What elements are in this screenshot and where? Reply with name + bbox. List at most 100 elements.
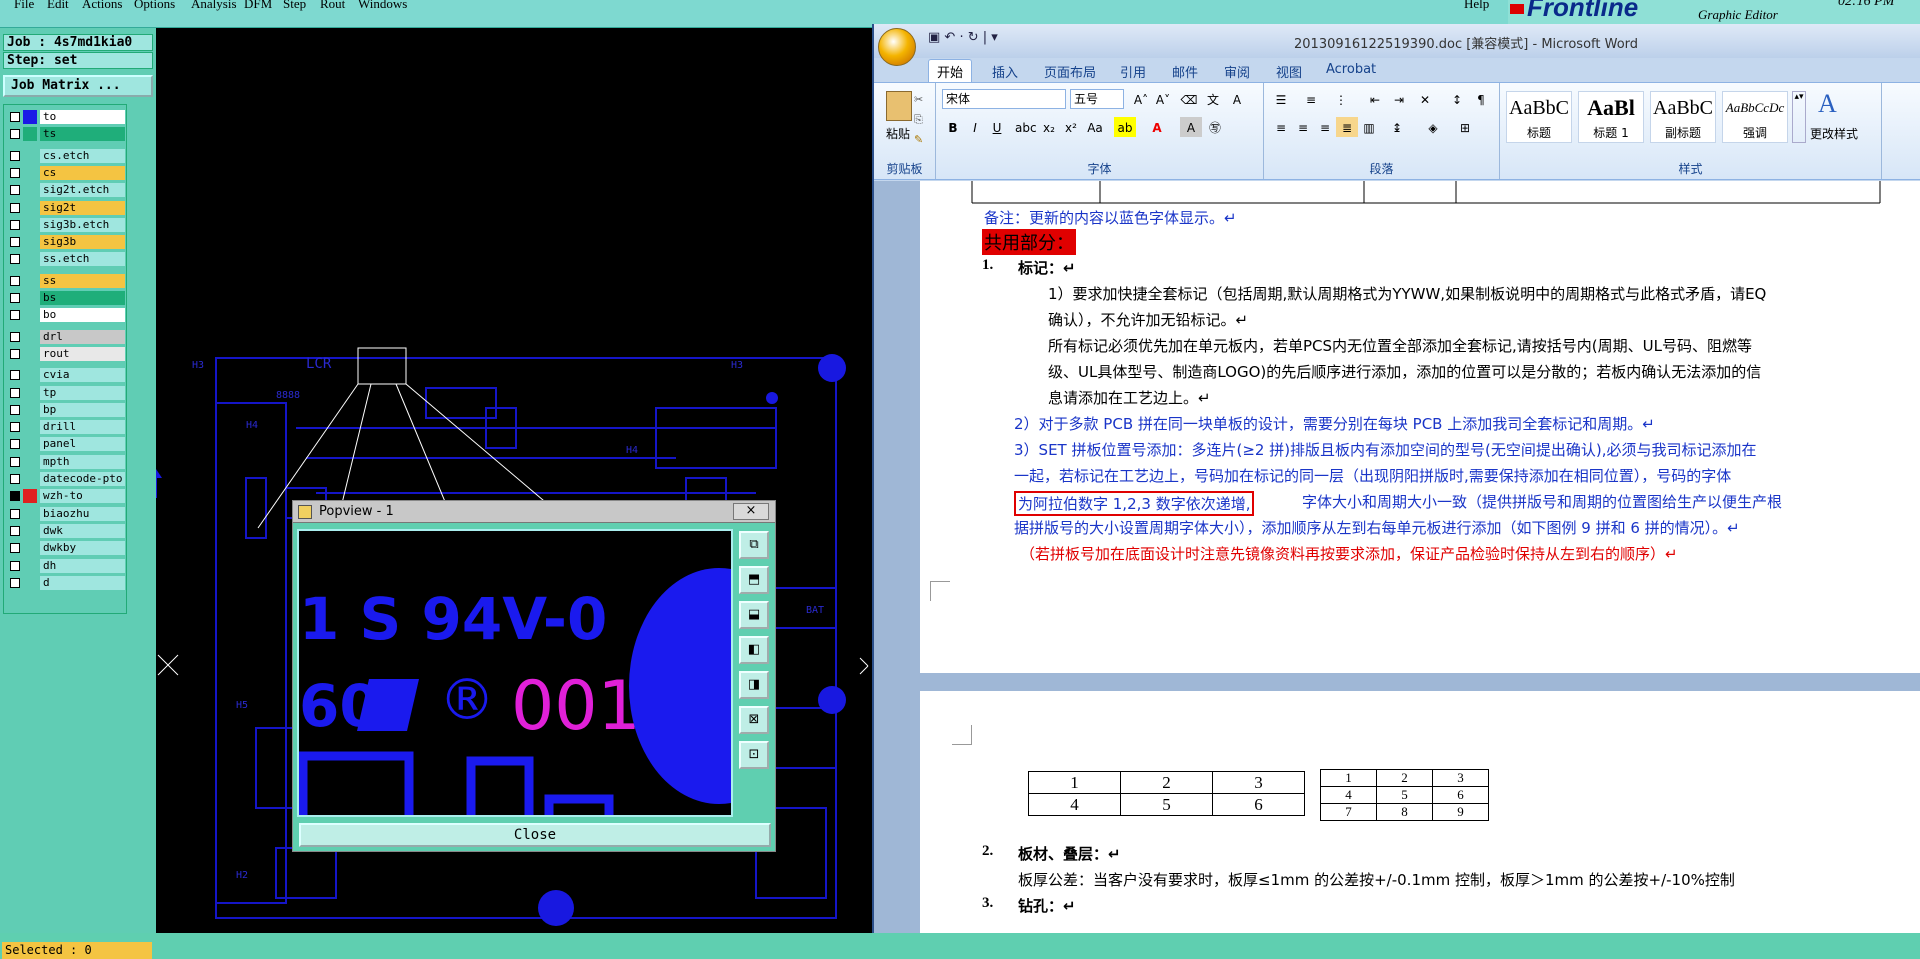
cut-icon[interactable]: ✂ bbox=[914, 93, 923, 106]
show-marks-icon[interactable]: ¶ bbox=[1470, 89, 1492, 109]
layer-row[interactable]: tp bbox=[4, 385, 128, 401]
style-subtitle[interactable]: AaBbC 副标题 bbox=[1650, 91, 1716, 143]
layer-checkbox[interactable] bbox=[10, 404, 20, 415]
menu-windows[interactable]: Windows bbox=[358, 0, 407, 12]
layer-checkbox[interactable] bbox=[10, 112, 20, 122]
layer-checkbox[interactable] bbox=[10, 293, 20, 303]
layer-checkbox[interactable] bbox=[10, 525, 20, 536]
layer-checkbox[interactable] bbox=[10, 456, 20, 467]
layer-name[interactable]: biaozhu bbox=[40, 506, 125, 521]
popview-titlebar[interactable]: Popview - 1 × bbox=[293, 501, 775, 523]
change-case-icon[interactable]: Aa bbox=[1084, 117, 1106, 137]
tab-review[interactable]: 审阅 bbox=[1224, 62, 1250, 81]
font-color-icon[interactable]: A bbox=[1146, 117, 1168, 137]
clear-format-icon[interactable]: ⌫ bbox=[1178, 89, 1200, 109]
font-name-select[interactable]: 宋体 bbox=[942, 89, 1066, 109]
paste-label[interactable]: 粘贴 bbox=[886, 125, 910, 142]
layer-row[interactable]: to bbox=[4, 109, 128, 125]
tab-home[interactable]: 开始 bbox=[928, 59, 973, 83]
highlight-icon[interactable]: ab bbox=[1114, 117, 1136, 137]
layer-checkbox[interactable] bbox=[10, 474, 20, 484]
layer-name[interactable]: cs.etch bbox=[40, 148, 125, 163]
layer-name[interactable]: rout bbox=[40, 346, 125, 361]
popview-pan-up-button[interactable]: ⬒ bbox=[739, 566, 769, 594]
layer-row[interactable]: sig3b bbox=[4, 234, 128, 250]
layer-name[interactable]: sig2t.etch bbox=[40, 183, 125, 198]
tab-view[interactable]: 视图 bbox=[1276, 62, 1302, 81]
layer-checkbox[interactable] bbox=[10, 387, 20, 398]
layer-checkbox[interactable] bbox=[10, 370, 20, 381]
layer-row[interactable]: dwkby bbox=[4, 540, 128, 556]
layer-checkbox[interactable] bbox=[10, 150, 20, 161]
menu-rout[interactable]: Rout bbox=[320, 0, 345, 12]
layer-checkbox[interactable] bbox=[10, 254, 20, 265]
font-size-select[interactable]: 五号 bbox=[1070, 89, 1124, 109]
paste-icon[interactable] bbox=[886, 91, 912, 121]
align-left-icon[interactable]: ≡ bbox=[1270, 117, 1292, 137]
layer-row[interactable]: bs bbox=[4, 290, 128, 306]
layer-name[interactable]: dwk bbox=[40, 523, 125, 538]
bold-icon[interactable]: B bbox=[942, 117, 964, 137]
styles-scroll-icon[interactable]: ▴▾ bbox=[1792, 91, 1806, 143]
tab-references[interactable]: 引用 bbox=[1120, 62, 1146, 81]
align-right-icon[interactable]: ≡ bbox=[1314, 117, 1336, 137]
menu-edit[interactable]: Edit bbox=[47, 0, 69, 12]
layer-row[interactable]: wzh-to bbox=[4, 488, 128, 504]
layer-checkbox[interactable] bbox=[10, 508, 20, 519]
layer-checkbox[interactable] bbox=[10, 422, 20, 433]
change-styles-icon[interactable]: A bbox=[1818, 89, 1837, 119]
increase-indent-icon[interactable]: ⇥ bbox=[1388, 89, 1410, 109]
layer-name[interactable]: datecode-pto bbox=[40, 472, 125, 486]
popview-zoom-out-button[interactable]: ⊡ bbox=[739, 741, 769, 769]
enclose-char-icon[interactable]: ㊢ bbox=[1204, 117, 1226, 137]
popview-pan-left-button[interactable]: ◧ bbox=[739, 636, 769, 664]
layer-row[interactable]: dwk bbox=[4, 523, 128, 539]
phonetic-guide-icon[interactable]: 文 bbox=[1202, 89, 1224, 109]
subscript-icon[interactable]: x₂ bbox=[1038, 117, 1060, 137]
layer-row[interactable]: biaozhu bbox=[4, 506, 128, 522]
layer-row[interactable]: cs bbox=[4, 165, 128, 181]
shrink-font-icon[interactable]: A˅ bbox=[1152, 89, 1174, 109]
layer-row[interactable]: dh bbox=[4, 558, 128, 574]
menu-file[interactable]: File bbox=[14, 0, 34, 12]
format-painter-icon[interactable]: ✎ bbox=[914, 133, 923, 146]
menu-analysis[interactable]: Analysis bbox=[191, 0, 237, 12]
tab-page-layout[interactable]: 页面布局 bbox=[1044, 62, 1096, 81]
layer-name[interactable]: tp bbox=[40, 385, 125, 400]
layer-row[interactable]: ss bbox=[4, 273, 128, 289]
menu-dfm[interactable]: DFM bbox=[244, 0, 272, 12]
superscript-icon[interactable]: x² bbox=[1060, 117, 1082, 137]
menu-step[interactable]: Step bbox=[283, 0, 306, 12]
layer-checkbox[interactable] bbox=[10, 129, 20, 140]
line-spacing-icon[interactable]: ↨ bbox=[1386, 117, 1408, 137]
layer-row[interactable]: ss.etch bbox=[4, 251, 128, 267]
layer-checkbox[interactable] bbox=[10, 331, 20, 342]
layer-checkbox[interactable] bbox=[10, 310, 20, 321]
style-heading-1[interactable]: AaBl 标题 1 bbox=[1578, 91, 1644, 143]
layer-checkbox[interactable] bbox=[10, 202, 20, 213]
copy-icon[interactable]: ⎘ bbox=[914, 113, 923, 127]
layer-name[interactable]: ss.etch bbox=[40, 252, 125, 267]
layer-checkbox[interactable] bbox=[10, 185, 20, 196]
layer-row[interactable]: rout bbox=[4, 346, 128, 362]
layer-name[interactable]: d bbox=[40, 575, 125, 590]
layer-name[interactable]: bo bbox=[40, 308, 125, 323]
layer-name[interactable]: sig3b bbox=[40, 235, 125, 250]
layer-row[interactable]: bo bbox=[4, 307, 128, 323]
layer-row[interactable]: d bbox=[4, 575, 128, 591]
layer-checkbox[interactable] bbox=[10, 560, 20, 571]
popview-pan-down-button[interactable]: ⬓ bbox=[739, 601, 769, 629]
bullets-icon[interactable]: ☰ bbox=[1270, 89, 1292, 109]
menu-actions[interactable]: Actions bbox=[82, 0, 122, 12]
underline-icon[interactable]: U bbox=[986, 117, 1008, 137]
layer-row[interactable]: cs.etch bbox=[4, 148, 128, 164]
popview-close-icon[interactable]: × bbox=[733, 503, 769, 520]
borders-icon[interactable]: ⊞ bbox=[1454, 117, 1476, 137]
layer-name[interactable]: panel bbox=[40, 437, 125, 452]
menu-help[interactable]: Help bbox=[1464, 0, 1489, 12]
layer-row[interactable]: mpth bbox=[4, 454, 128, 470]
popview-zoom-in-button[interactable]: ⊠ bbox=[739, 706, 769, 734]
layer-checkbox[interactable] bbox=[10, 543, 20, 554]
popview-zoom-fit-button[interactable]: ⧉ bbox=[739, 531, 769, 559]
layer-row[interactable]: sig2t bbox=[4, 200, 128, 216]
